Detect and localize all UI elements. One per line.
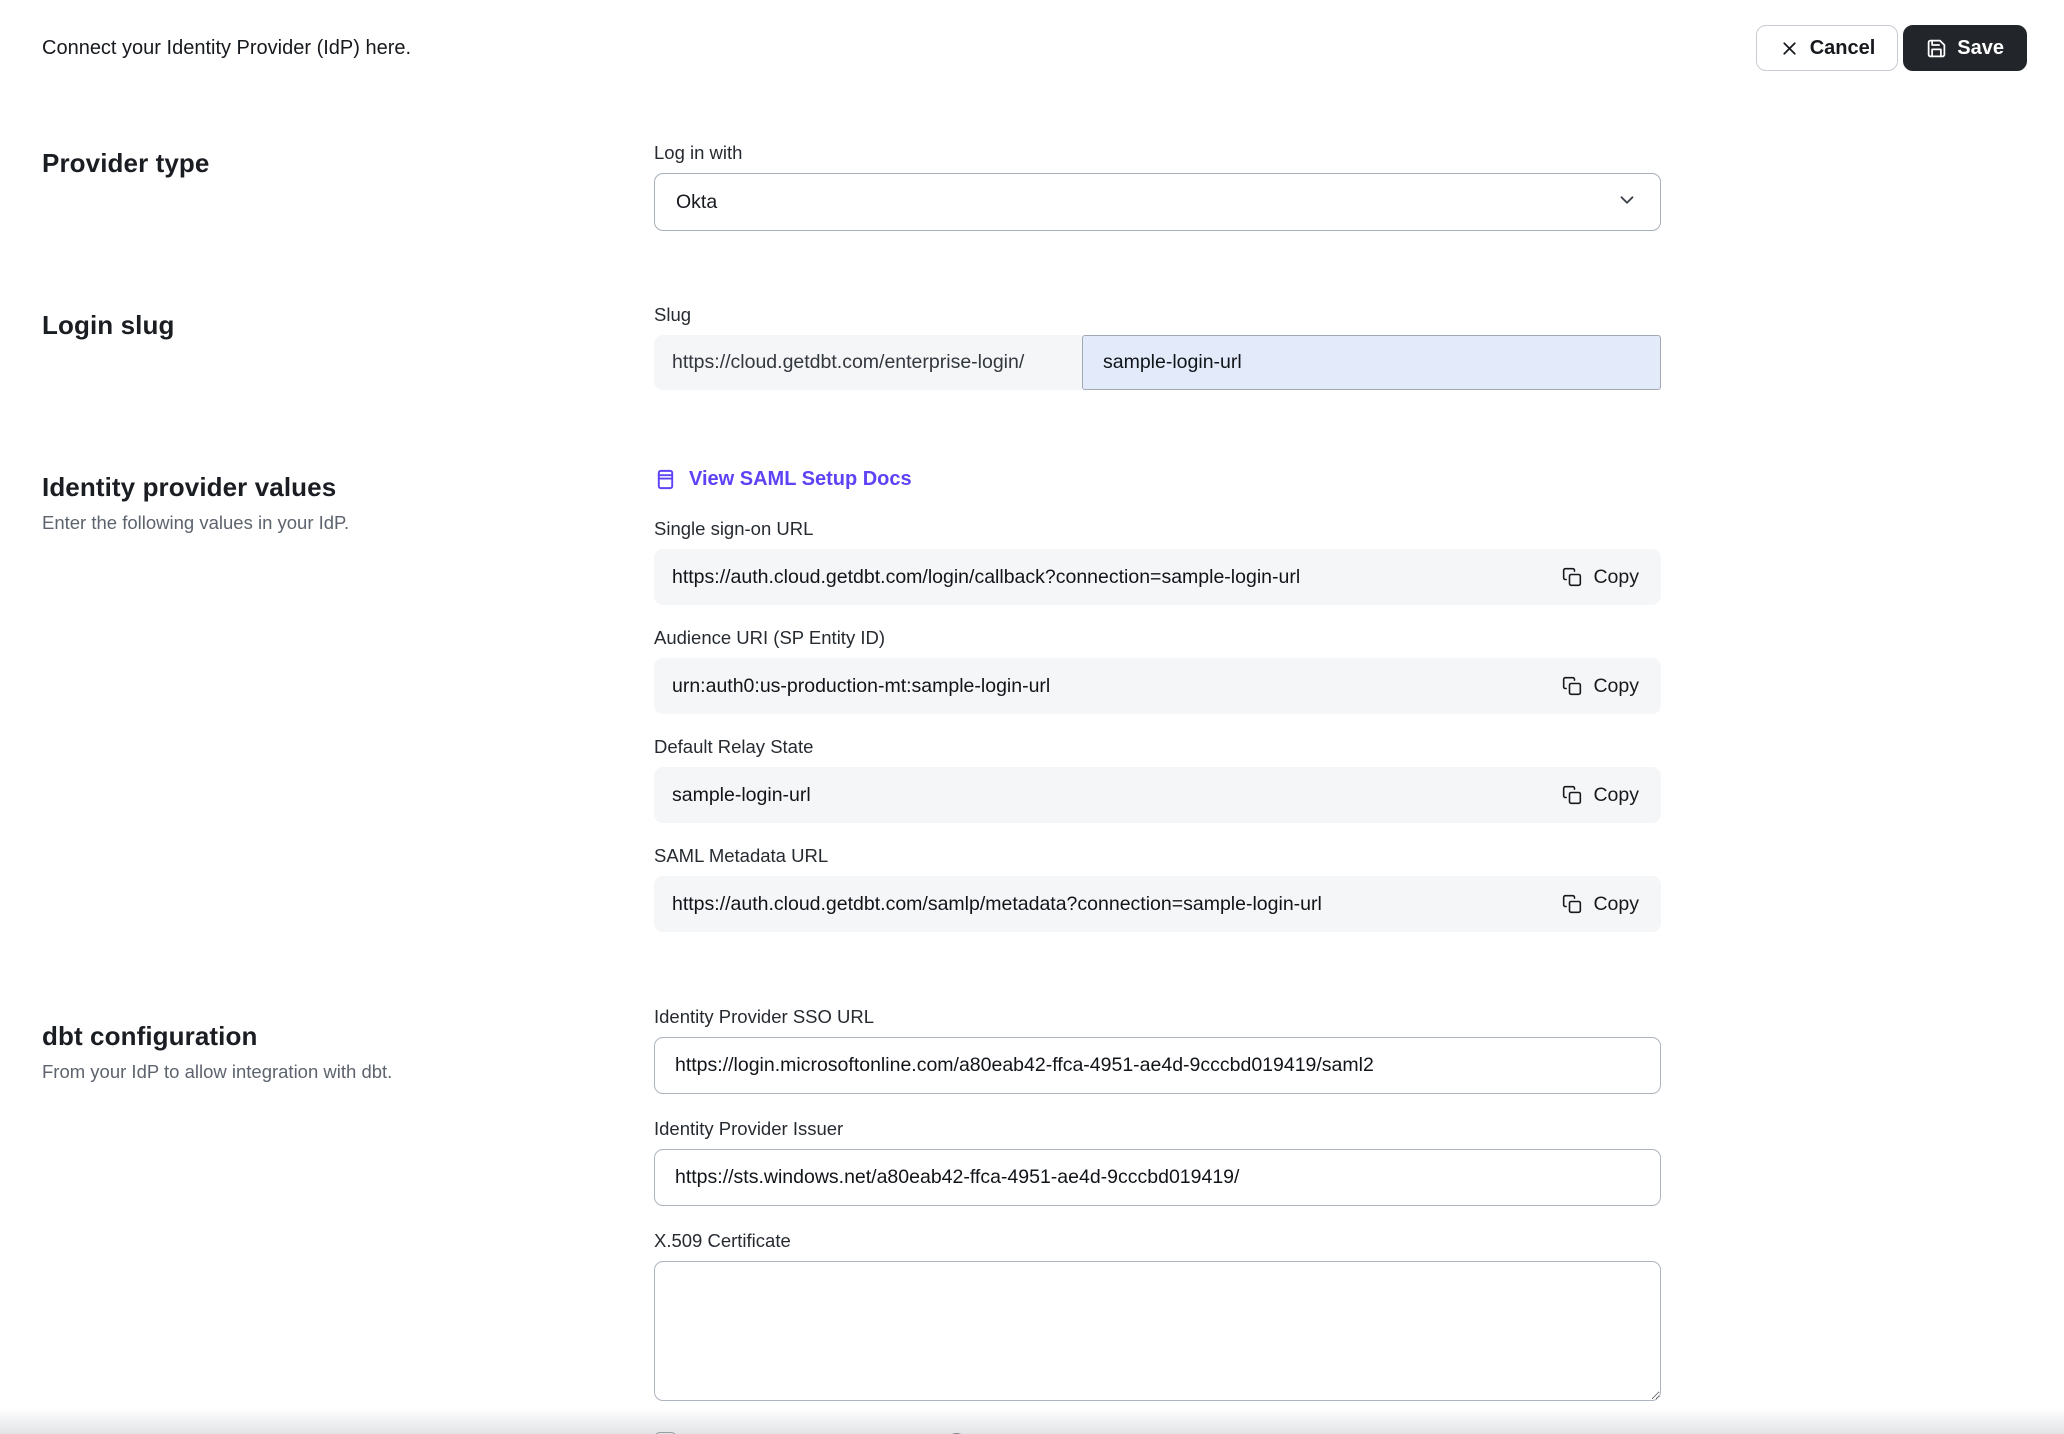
saml-metadata-value: https://auth.cloud.getdbt.com/samlp/meta… <box>672 893 1322 916</box>
copy-sso-url-button[interactable]: Copy <box>1562 566 1639 589</box>
dbt-config-heading: dbt configuration <box>42 1006 654 1052</box>
document-icon <box>654 468 677 491</box>
x509-certificate-textarea[interactable] <box>654 1261 1661 1401</box>
provider-select-value: Okta <box>676 191 717 214</box>
idp-issuer-input[interactable] <box>654 1149 1661 1206</box>
cancel-button-label: Cancel <box>1810 37 1876 60</box>
idp-values-heading: Identity provider values <box>42 466 654 503</box>
sso-url-label: Single sign-on URL <box>654 518 1661 540</box>
copy-icon <box>1562 785 1582 805</box>
copy-relay-state-button[interactable]: Copy <box>1562 784 1639 807</box>
cancel-button[interactable]: Cancel <box>1756 25 1899 71</box>
sso-url-value: https://auth.cloud.getdbt.com/login/call… <box>672 566 1300 589</box>
login-with-label: Log in with <box>654 142 1661 164</box>
copy-icon <box>1562 894 1582 914</box>
provider-type-heading: Provider type <box>42 142 654 179</box>
x509-certificate-label: X.509 Certificate <box>654 1230 1661 1252</box>
saml-docs-link[interactable]: View SAML Setup Docs <box>654 468 912 491</box>
sso-url-block: Single sign-on URL https://auth.cloud.ge… <box>654 518 1661 605</box>
idp-sso-url-input[interactable] <box>654 1037 1661 1094</box>
idp-sso-url-block: Identity Provider SSO URL <box>654 1006 1661 1094</box>
relay-state-value: sample-login-url <box>672 784 811 807</box>
audience-uri-block: Audience URI (SP Entity ID) urn:auth0:us… <box>654 627 1661 714</box>
close-icon <box>1779 38 1800 59</box>
idp-values-subheading: Enter the following values in your IdP. <box>42 512 654 534</box>
saml-metadata-field: https://auth.cloud.getdbt.com/samlp/meta… <box>654 876 1661 932</box>
relay-state-block: Default Relay State sample-login-url Cop… <box>654 736 1661 823</box>
copy-icon <box>1562 676 1582 696</box>
sso-url-field: https://auth.cloud.getdbt.com/login/call… <box>654 549 1661 605</box>
save-button-label: Save <box>1957 37 2004 60</box>
idp-sso-url-label: Identity Provider SSO URL <box>654 1006 1661 1028</box>
slug-input[interactable] <box>1082 335 1661 390</box>
relay-state-label: Default Relay State <box>654 736 1661 758</box>
saml-docs-link-label: View SAML Setup Docs <box>689 468 912 491</box>
slug-label: Slug <box>654 304 1661 326</box>
x509-certificate-block: X.509 Certificate <box>654 1230 1661 1406</box>
saml-metadata-label: SAML Metadata URL <box>654 845 1661 867</box>
provider-select[interactable]: Okta <box>654 173 1661 231</box>
idp-settings-page: Connect your Identity Provider (IdP) her… <box>0 0 2064 1434</box>
audience-uri-field: urn:auth0:us-production-mt:sample-login-… <box>654 658 1661 714</box>
page-intro-text: Connect your Identity Provider (IdP) her… <box>42 25 411 60</box>
copy-saml-metadata-button[interactable]: Copy <box>1562 893 1639 916</box>
section-idp-values: Identity provider values Enter the follo… <box>0 466 2064 932</box>
idp-issuer-label: Identity Provider Issuer <box>654 1118 1661 1140</box>
login-slug-heading: Login slug <box>42 304 654 341</box>
section-login-slug: Login slug Slug https://cloud.getdbt.com… <box>0 304 2064 390</box>
saml-metadata-block: SAML Metadata URL https://auth.cloud.get… <box>654 845 1661 932</box>
copy-audience-uri-button[interactable]: Copy <box>1562 675 1639 698</box>
dbt-config-subheading: From your IdP to allow integration with … <box>42 1061 654 1083</box>
relay-state-field: sample-login-url Copy <box>654 767 1661 823</box>
slug-url-prefix: https://cloud.getdbt.com/enterprise-logi… <box>654 335 1082 390</box>
slug-field-group: https://cloud.getdbt.com/enterprise-logi… <box>654 335 1661 390</box>
chevron-down-icon <box>1616 189 1638 216</box>
copy-icon <box>1562 567 1582 587</box>
save-button[interactable]: Save <box>1903 25 2027 71</box>
section-provider-type: Provider type Log in with Okta <box>0 142 2064 231</box>
save-icon <box>1926 38 1947 59</box>
topbar: Connect your Identity Provider (IdP) her… <box>0 0 2064 96</box>
audience-uri-label: Audience URI (SP Entity ID) <box>654 627 1661 649</box>
section-dbt-configuration: dbt configuration From your IdP to allow… <box>0 1006 2064 1434</box>
topbar-actions: Cancel Save <box>1756 25 2027 71</box>
idp-issuer-block: Identity Provider Issuer <box>654 1118 1661 1206</box>
audience-uri-value: urn:auth0:us-production-mt:sample-login-… <box>672 675 1050 698</box>
